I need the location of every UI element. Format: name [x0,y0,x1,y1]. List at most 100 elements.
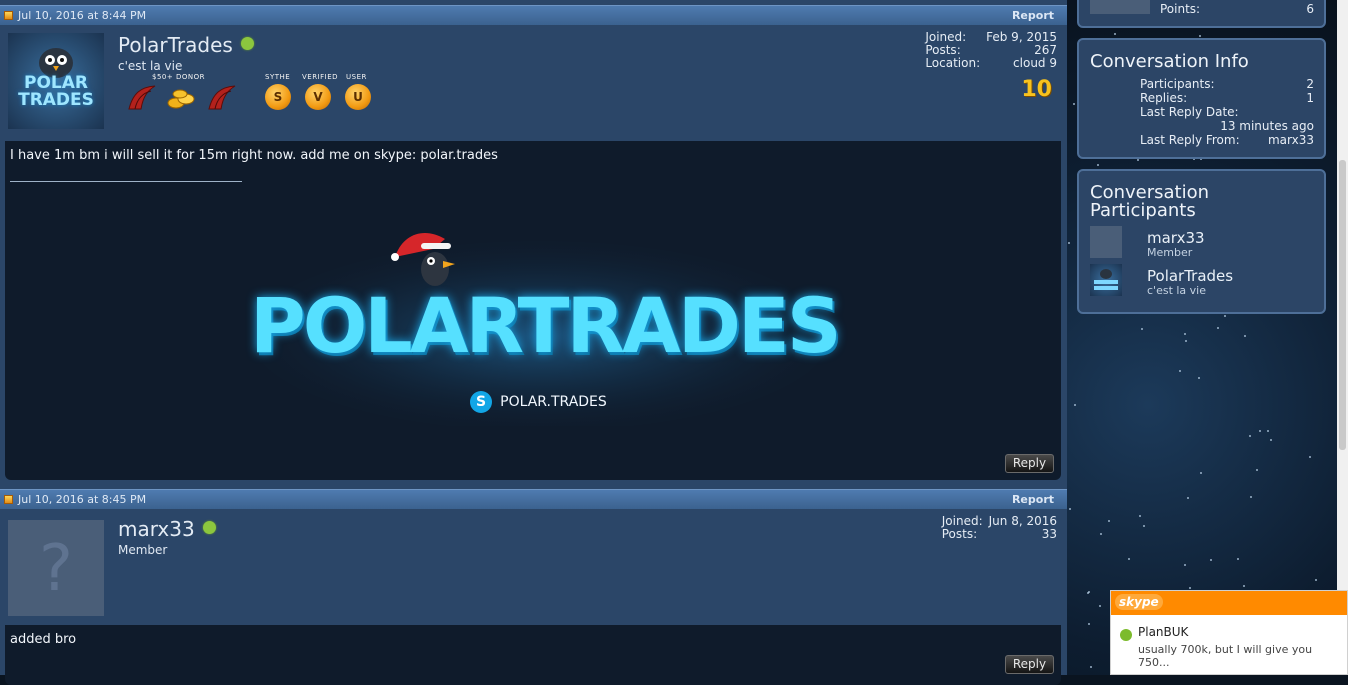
conversation-info-panel: Conversation Info Participants: 2 Replie… [1077,38,1326,159]
verified-badge-label: VERIFIED [302,73,339,81]
participant-name[interactable]: marx33 [1147,229,1205,247]
avatar[interactable]: POLAR TRADES [8,33,104,129]
star-dot [1073,103,1075,105]
stat-label: Location: [925,56,981,70]
user-badge-label: USER [346,73,367,81]
star-dot [1128,558,1130,560]
user-stats: Joined: Jun 8, 2016 Posts: 33 [942,515,1057,541]
star-dot [1114,33,1116,35]
username[interactable]: marx33 [118,517,216,541]
stat-value: cloud 9 [1013,56,1057,70]
participants-value: 2 [1306,77,1314,91]
sythe-coin-icon: S [265,84,291,110]
star-dot [1097,164,1099,166]
star-dot [1184,564,1186,566]
user-stats: Joined: Feb 9, 2015 Posts: 267 Location: cl… [925,31,1057,70]
star-dot [1243,585,1245,587]
star-dot [1108,520,1110,522]
post-icon [4,495,13,504]
signature-banner: POLARTRADES S POLAR.TRADES [250,226,842,426]
username-text[interactable]: marx33 [118,517,195,541]
gold-coins-badge-icon [167,89,195,109]
points-panel: Points: 6 [1077,0,1326,28]
participant-avatar[interactable] [1090,264,1122,296]
star-dot [1141,328,1143,330]
star-dot [1100,533,1102,535]
star-dot [1087,592,1089,594]
replies-label: Replies: [1140,91,1188,105]
star-dot [1068,242,1070,244]
points-value: 6 [1306,2,1314,16]
star-dot [1088,623,1090,625]
star-dot [1179,370,1181,372]
replies-value: 1 [1306,91,1314,105]
skype-notification[interactable]: skype PlanBUK usually 700k, but I will g… [1110,590,1348,675]
star-dot [1224,315,1226,317]
member-avatar[interactable] [1090,0,1150,14]
notification-message: usually 700k, but I will give you 750... [1138,643,1313,669]
star-dot [1198,377,1200,379]
sidebar: Points: 6 Conversation Info Participants… [1067,0,1337,675]
user-info: POLAR TRADES PolarTrades c'est la vie $5… [0,25,1067,141]
username-text[interactable]: PolarTrades [118,33,233,57]
star-dot [1244,335,1246,337]
participant-avatar[interactable] [1090,226,1122,258]
participant-title: Member [1147,246,1193,259]
message-text: added bro [10,632,77,647]
report-link[interactable]: Report [1012,493,1054,506]
avatar[interactable]: ? [8,520,104,616]
online-status-icon [202,521,216,534]
notification-contact: PlanBUK [1138,625,1189,639]
donor-badge-label: $50+ DONOR [152,73,205,81]
star-dot [1187,497,1189,499]
user-title: c'est la vie [118,59,183,73]
report-link[interactable]: Report [1012,9,1054,22]
post-date[interactable]: Jul 10, 2016 at 8:45 PM [18,493,146,506]
conversation-participants-panel: Conversation Participants marx33 Member … [1077,169,1326,314]
message-header: Jul 10, 2016 at 8:45 PM Report [0,489,1067,509]
username[interactable]: PolarTrades [118,33,254,57]
star-dot [1270,439,1272,441]
online-status-icon [240,37,254,50]
star-dot [1137,159,1139,161]
stat-label: Posts: [941,527,978,541]
message-text: I have 1m bm i will sell it for 15m righ… [10,148,498,163]
placeholder-avatar-icon: ? [39,532,73,606]
last-reply-from-value[interactable]: marx33 [1268,133,1314,147]
star-dot [1189,587,1191,589]
participant-title: c'est la vie [1147,284,1207,297]
scrollbar-thumb[interactable] [1339,160,1346,450]
reply-button[interactable]: Reply [1005,655,1054,674]
star-dot [1259,430,1261,432]
banner-title: POLARTRADES [250,281,842,370]
star-dot [1074,404,1076,406]
post-date[interactable]: Jul 10, 2016 at 8:44 PM [18,9,146,22]
user-coin-icon: U [345,84,371,110]
avatar-text-line2: TRADES [18,90,94,110]
star-dot [1069,508,1071,510]
stat-value: 33 [1041,527,1057,541]
points-label: Points: [1160,2,1201,16]
panel-title: Conversation Info [1090,51,1249,72]
last-reply-from-label: Last Reply From: [1140,133,1240,147]
star-dot [1139,515,1141,517]
signature-divider [10,181,242,182]
star-dot [1217,327,1219,329]
panel-title-line2: Participants [1090,200,1196,221]
message-body: I have 1m bm i will sell it for 15m righ… [5,141,1061,480]
anniversary-badge-icon: 10 [1021,77,1052,102]
verified-coin-icon: V [305,84,331,110]
star-dot [1200,472,1202,474]
message-body: added bro Reply [5,625,1061,685]
participant-name[interactable]: PolarTrades [1147,267,1233,285]
page-scrollbar[interactable] [1337,0,1348,675]
reply-button[interactable]: Reply [1005,454,1054,473]
sythe-badge-label: SYTHE [265,73,291,81]
banner-skype: S POLAR.TRADES [470,391,607,413]
claw-badge-icon [128,85,156,110]
avatar-logo-text: POLAR TRADES [8,75,104,109]
message-header: Jul 10, 2016 at 8:44 PM Report [0,5,1067,25]
skype-brand-logo: skype [1115,594,1163,610]
banner-skype-handle: POLAR.TRADES [500,394,607,410]
star-dot [1250,496,1252,498]
